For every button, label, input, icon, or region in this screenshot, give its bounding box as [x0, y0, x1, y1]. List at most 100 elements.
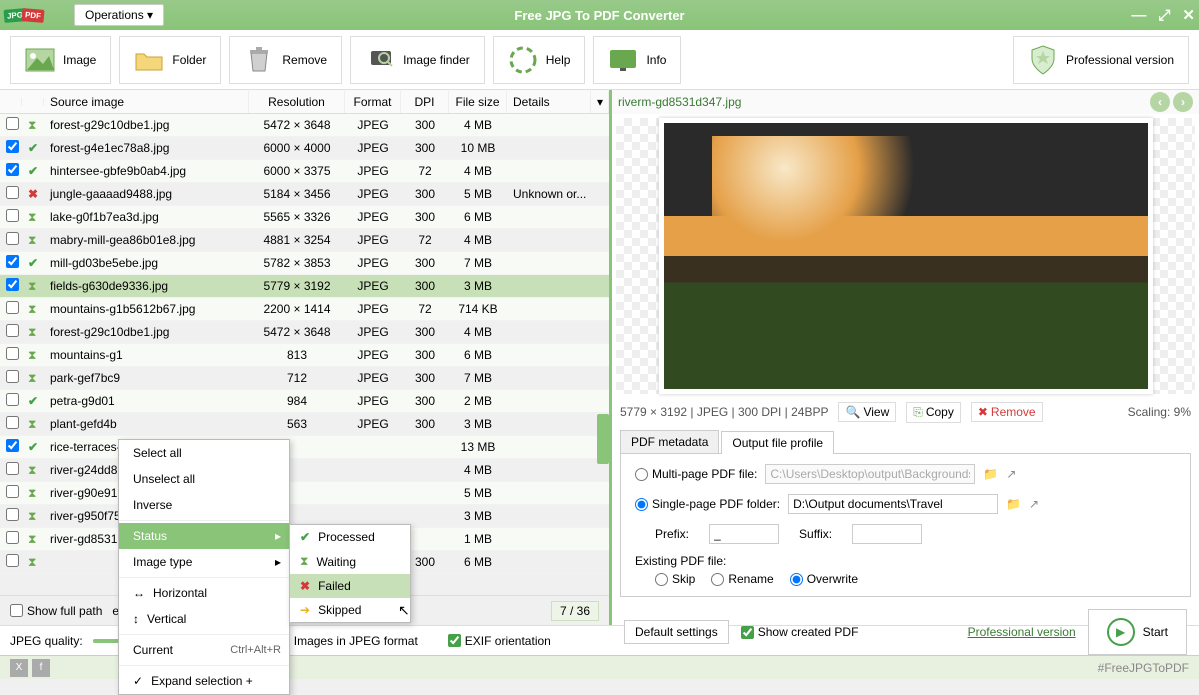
row-checkbox[interactable] — [6, 485, 19, 498]
prev-image-button[interactable]: ‹ — [1150, 92, 1170, 112]
submenu-processed[interactable]: ✔Processed — [290, 525, 410, 549]
table-row[interactable]: ⧗plant-gefd4b563JPEG3003 MB — [0, 413, 609, 436]
submenu-waiting[interactable]: ⧗Waiting — [290, 549, 410, 574]
suffix-input[interactable] — [852, 524, 922, 544]
next-image-button[interactable]: › — [1173, 92, 1193, 112]
menu-inverse[interactable]: Inverse — [119, 492, 289, 518]
table-row[interactable]: ✔hintersee-gbfe9b0ab4.jpg6000 × 3375JPEG… — [0, 160, 609, 183]
remove-preview-button[interactable]: ✖Remove — [971, 402, 1043, 422]
table-row[interactable]: ✔rice-terraces-13 MB — [0, 436, 609, 459]
show-full-path-checkbox[interactable]: Show full path — [10, 604, 102, 618]
scrollbar[interactable] — [597, 414, 609, 464]
menu-image-type[interactable]: Image type▸ — [119, 549, 289, 575]
multipage-radio[interactable]: Multi-page PDF file: — [635, 467, 757, 481]
add-folder-button[interactable]: Folder — [119, 36, 221, 84]
operations-dropdown[interactable]: Operations ▾ — [74, 4, 164, 26]
browse-folder-icon[interactable]: 📁 — [1006, 497, 1021, 511]
row-checkbox[interactable] — [6, 324, 19, 337]
show-created-checkbox[interactable]: Show created PDF — [741, 625, 859, 639]
remove-button[interactable]: Remove — [229, 36, 342, 84]
row-checkbox[interactable] — [6, 347, 19, 360]
row-checkbox[interactable] — [6, 393, 19, 406]
row-checkbox[interactable] — [6, 278, 19, 291]
existing-overwrite-radio[interactable]: Overwrite — [790, 572, 858, 586]
row-checkbox[interactable] — [6, 370, 19, 383]
table-row[interactable]: ⧗mabry-mill-gea86b01e8.jpg4881 × 3254JPE… — [0, 229, 609, 252]
row-checkbox[interactable] — [6, 209, 19, 222]
table-row[interactable]: ⧗forest-g29c10dbe1.jpg5472 × 3648JPEG300… — [0, 321, 609, 344]
twitter-icon[interactable]: X — [10, 659, 28, 677]
col-format[interactable]: Format — [345, 91, 401, 113]
menu-current[interactable]: CurrentCtrl+Alt+R — [119, 637, 289, 663]
row-checkbox[interactable] — [6, 439, 19, 452]
copy-button[interactable]: ⎘Copy — [906, 402, 961, 423]
singlepage-radio[interactable]: Single-page PDF folder: — [635, 497, 780, 511]
row-checkbox[interactable] — [6, 255, 19, 268]
existing-skip-radio[interactable]: Skip — [655, 572, 695, 586]
col-details[interactable]: Details — [507, 91, 591, 113]
image-finder-button[interactable]: Image finder — [350, 36, 485, 84]
table-row[interactable]: ⧗river-g90e915 MB — [0, 482, 609, 505]
table-row[interactable]: ⧗park-gef7bc9712JPEG3007 MB — [0, 367, 609, 390]
close-button[interactable]: ✕ — [1182, 6, 1195, 24]
submenu-failed[interactable]: ✖Failed — [290, 574, 410, 598]
tab-output-profile[interactable]: Output file profile — [721, 431, 834, 454]
start-button[interactable]: ▶ Start — [1088, 609, 1187, 655]
row-checkbox[interactable] — [6, 186, 19, 199]
default-settings-button[interactable]: Default settings — [624, 620, 729, 644]
row-checkbox[interactable] — [6, 163, 19, 176]
menu-status[interactable]: Status▸ — [119, 523, 289, 549]
row-checkbox[interactable] — [6, 554, 19, 567]
col-filesize[interactable]: File size — [449, 91, 507, 113]
row-checkbox[interactable] — [6, 416, 19, 429]
menu-horizontal[interactable]: ↔Horizontal — [119, 580, 289, 606]
status-icon: ⧗ — [22, 484, 44, 503]
table-row[interactable]: ⧗forest-g29c10dbe1.jpg5472 × 3648JPEG300… — [0, 114, 609, 137]
row-checkbox[interactable] — [6, 462, 19, 475]
col-dpi[interactable]: DPI — [401, 91, 449, 113]
table-row[interactable]: ⧗mountains-g1b5612b67.jpg2200 × 1414JPEG… — [0, 298, 609, 321]
col-dropdown[interactable]: ▾ — [591, 91, 609, 113]
menu-unselect-all[interactable]: Unselect all — [119, 466, 289, 492]
row-checkbox[interactable] — [6, 232, 19, 245]
browse-folder-icon[interactable]: 📁 — [983, 467, 998, 481]
open-external-icon[interactable]: ↗ — [1029, 497, 1039, 511]
col-source[interactable]: Source image — [44, 91, 249, 113]
resolution-cell: 5565 × 3326 — [249, 208, 345, 226]
view-button[interactable]: 🔍View — [838, 402, 896, 422]
menu-vertical[interactable]: ↕Vertical — [119, 606, 289, 632]
menu-select-all[interactable]: Select all — [119, 440, 289, 466]
minimize-button[interactable]: — — [1131, 7, 1146, 24]
table-row[interactable]: ✖jungle-gaaaad9488.jpg5184 × 3456JPEG300… — [0, 183, 609, 206]
prefix-input[interactable] — [709, 524, 779, 544]
table-row[interactable]: ⧗lake-g0f1b7ea3d.jpg5565 × 3326JPEG3006 … — [0, 206, 609, 229]
professional-version-button[interactable]: Professional version — [1013, 36, 1189, 84]
table-row[interactable]: ⧗mountains-g1813JPEG3006 MB — [0, 344, 609, 367]
row-checkbox[interactable] — [6, 117, 19, 130]
facebook-icon[interactable]: f — [32, 659, 50, 677]
row-checkbox[interactable] — [6, 531, 19, 544]
open-external-icon[interactable]: ↗ — [1006, 467, 1016, 481]
help-button[interactable]: Help — [493, 36, 586, 84]
exif-checkbox[interactable]: EXIF orientation — [448, 634, 551, 648]
menu-expand-selection[interactable]: ✓Expand selection + — [119, 668, 289, 694]
images-jpeg-checkbox[interactable]: Images in JPEG format — [277, 634, 418, 648]
singlepage-path-input[interactable] — [788, 494, 998, 514]
table-row[interactable]: ⧗fields-g630de9336.jpg5779 × 3192JPEG300… — [0, 275, 609, 298]
row-checkbox[interactable] — [6, 140, 19, 153]
row-checkbox[interactable] — [6, 508, 19, 521]
professional-version-link[interactable]: Professional version — [968, 625, 1076, 639]
existing-label: Existing PDF file: — [635, 554, 1176, 568]
add-image-button[interactable]: Image — [10, 36, 111, 84]
info-button[interactable]: Info — [593, 36, 681, 84]
maximize-button[interactable]: ⤢ — [1158, 7, 1170, 24]
table-row[interactable]: ⧗river-g24dd84 MB — [0, 459, 609, 482]
table-row[interactable]: ✔petra-g9d01984JPEG3002 MB — [0, 390, 609, 413]
table-row[interactable]: ✔forest-g4e1ec78a8.jpg6000 × 4000JPEG300… — [0, 137, 609, 160]
submenu-skipped[interactable]: ➔Skipped — [290, 598, 410, 622]
existing-rename-radio[interactable]: Rename — [711, 572, 773, 586]
table-row[interactable]: ✔mill-gd03be5ebe.jpg5782 × 3853JPEG3007 … — [0, 252, 609, 275]
col-resolution[interactable]: Resolution — [249, 91, 345, 113]
tab-pdf-metadata[interactable]: PDF metadata — [620, 430, 719, 453]
row-checkbox[interactable] — [6, 301, 19, 314]
